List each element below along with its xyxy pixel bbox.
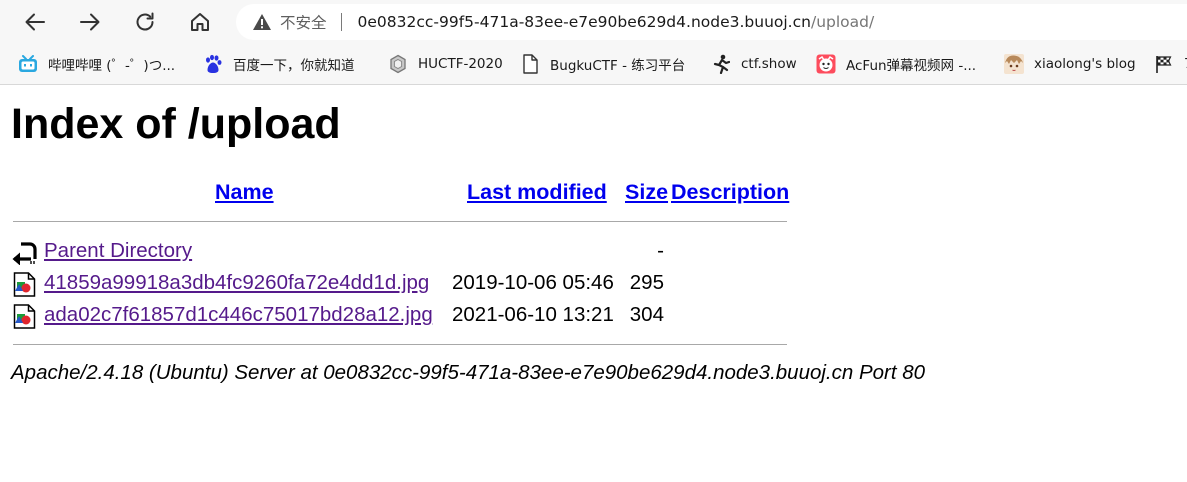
file-link[interactable]: 41859a99918a3db4fc9260fa72e4dd1d.jpg [44, 271, 429, 295]
file-size: 295 [629, 271, 664, 294]
footer-divider [13, 344, 787, 345]
home-icon [191, 13, 209, 31]
column-header-description[interactable]: Description [671, 180, 789, 205]
runner-icon [711, 54, 731, 74]
file-last-modified: 2019-10-06 05:46 [452, 271, 614, 294]
reload-icon [136, 12, 154, 31]
bilibili-icon [18, 54, 38, 74]
bookmark-label: 百度一下，你就知道 [233, 58, 355, 74]
hexagon-icon [388, 54, 408, 74]
file-size: - [657, 239, 664, 262]
page-title: Index of /upload [11, 100, 341, 148]
bookmark-bilibili[interactable]: 哔哩哔哩 (゜-゜)つ... [18, 44, 175, 84]
anime-avatar-icon [1004, 54, 1024, 74]
document-icon [520, 54, 540, 74]
baidu-paw-icon [203, 54, 223, 74]
reload-button[interactable] [128, 5, 162, 39]
bookmark-huctf[interactable]: HUCTF-2020 [388, 44, 503, 84]
bookmark-label: xiaolong's blog [1034, 56, 1136, 72]
server-signature: Apache/2.4.18 (Ubuntu) Server at 0e0832c… [11, 361, 926, 384]
warning-triangle-icon [252, 11, 274, 33]
security-status-label[interactable]: 不安全 [280, 11, 327, 33]
address-divider [340, 13, 342, 31]
back-arrow-icon [12, 240, 37, 266]
address-bar[interactable]: 不安全 0e0832cc-99f5-471a-83ee-e7e90be629d4… [236, 4, 1187, 40]
arrow-right-icon [80, 13, 100, 31]
image-file-icon [12, 272, 37, 297]
bookmarks-bar: 哔哩哔哩 (゜-゜)つ... 百度一下，你就知道 HUCTF-2020 Bugk… [0, 44, 1187, 85]
bookmark-checkered-flag[interactable]: 7 [1154, 44, 1187, 84]
parent-directory-link[interactable]: Parent Directory [44, 239, 192, 263]
url-host: 0e0832cc-99f5-471a-83ee-e7e90be629d4.nod… [357, 13, 811, 31]
back-button[interactable] [18, 5, 52, 39]
file-last-modified: 2021-06-10 13:21 [452, 303, 614, 326]
bookmark-label: BugkuCTF - 练习平台 [550, 58, 686, 74]
table-row-parent: Parent Directory - [0, 238, 800, 266]
flag-icon [1154, 54, 1174, 74]
bookmark-baidu[interactable]: 百度一下，你就知道 [203, 44, 355, 84]
arrow-left-icon [25, 13, 45, 31]
browser-toolbar: 不安全 0e0832cc-99f5-471a-83ee-e7e90be629d4… [0, 0, 1187, 44]
file-size: 304 [629, 303, 664, 326]
table-row: ada02c7f61857d1c446c75017bd28a12.jpg 202… [0, 302, 800, 330]
file-link[interactable]: ada02c7f61857d1c446c75017bd28a12.jpg [44, 303, 433, 327]
column-header-last-modified[interactable]: Last modified [467, 180, 607, 205]
bookmark-label: AcFun弹幕视频网 -... [846, 58, 977, 74]
bookmark-bugku[interactable]: BugkuCTF - 练习平台 [520, 44, 685, 84]
bookmark-label: ctf.show [741, 56, 797, 72]
table-row: 41859a99918a3db4fc9260fa72e4dd1d.jpg 201… [0, 270, 800, 298]
image-file-icon [12, 304, 37, 329]
url-path: /upload/ [810, 13, 875, 31]
column-header-name[interactable]: Name [215, 180, 274, 205]
acfun-icon [816, 54, 836, 74]
column-header-size[interactable]: Size [625, 180, 668, 205]
bookmark-acfun[interactable]: AcFun弹幕视频网 -... [816, 44, 976, 84]
forward-button[interactable] [73, 5, 107, 39]
bookmark-label: HUCTF-2020 [418, 56, 503, 72]
home-button[interactable] [183, 5, 217, 39]
bookmark-label: 哔哩哔哩 (゜-゜)つ... [48, 58, 176, 74]
header-divider [13, 221, 787, 222]
bookmark-ctfshow[interactable]: ctf.show [711, 44, 797, 84]
bookmark-xiaolong-blog[interactable]: xiaolong's blog [1004, 44, 1136, 84]
